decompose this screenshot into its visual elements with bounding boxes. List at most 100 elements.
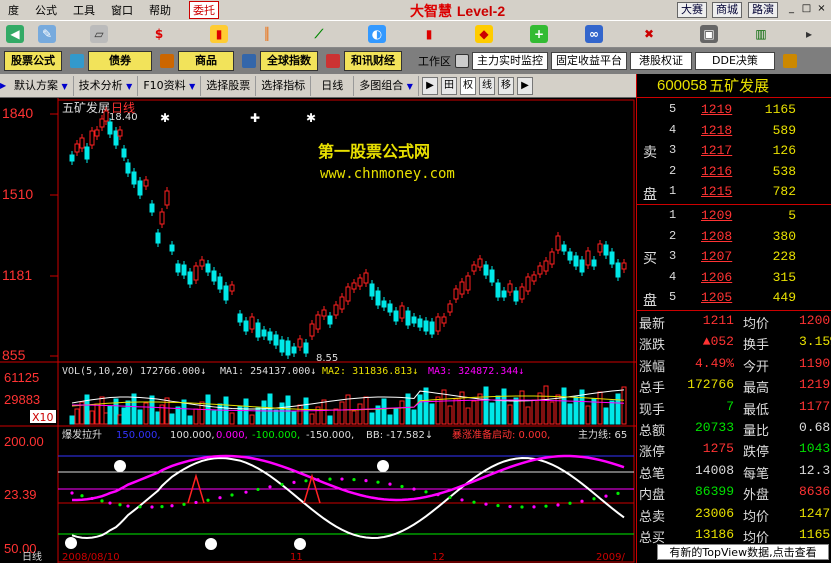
candle-body (417, 318, 423, 328)
bid-level: 1 (669, 208, 677, 222)
ruler-icon[interactable]: ▱ (90, 25, 108, 43)
fixed-income-button[interactable]: 固定收益平台 (551, 52, 627, 70)
plus-icon[interactable]: + (530, 25, 548, 43)
stat-row: 现手 7 最低 1177 (637, 399, 831, 420)
topview-notice[interactable]: 有新的TopView数据,点击查看 (657, 544, 829, 560)
stock-formula-button[interactable]: 股票公式 (4, 51, 62, 71)
ask-row[interactable]: 5 1219 1165 (667, 102, 831, 122)
ask-row[interactable]: 2 1216 538 (667, 164, 831, 184)
candle-body (249, 316, 255, 330)
volume-bar (369, 412, 375, 425)
global-index-button[interactable]: 全球指数 (260, 51, 318, 71)
dde-decision-button[interactable]: DDE决策 (695, 52, 775, 70)
menu-item-du[interactable]: 度 (0, 2, 27, 18)
volume-bar (537, 392, 543, 425)
scroll-right-button[interactable]: ▶ (516, 76, 533, 95)
bond-button[interactable]: 债券 (88, 51, 152, 71)
stat-row: 涨幅 4.49% 今开 1190 (637, 356, 831, 377)
grid-button[interactable]: 田 (440, 76, 457, 95)
screen-icon[interactable]: ▣ (700, 25, 718, 43)
osc-dot (364, 479, 368, 483)
candle-body (495, 282, 501, 298)
osc-axis-label: 23.39 (4, 487, 37, 502)
close-button[interactable]: × (815, 2, 828, 16)
brand-level: Level-2 (456, 3, 506, 19)
bars-icon[interactable]: ║ (258, 25, 276, 43)
alert-icon[interactable]: ✖ (640, 25, 658, 43)
osc-dot (400, 484, 404, 489)
rights-button[interactable]: 权 (459, 76, 476, 95)
line-button[interactable]: 线 (478, 76, 495, 95)
candle-body (193, 265, 199, 281)
notes-icon[interactable]: ✎ (38, 25, 56, 43)
menu-item-formula[interactable]: 公式 (27, 2, 65, 18)
volume-bar (229, 412, 235, 425)
osc-dot (80, 494, 84, 498)
tab-multi-chart[interactable]: 多图组合 ▼ (354, 75, 419, 96)
hexun-news-button[interactable]: 和讯财经 (344, 51, 402, 71)
commodity-button[interactable]: 商品 (178, 51, 234, 71)
tab-technical[interactable]: 技术分析 ▼ (74, 75, 139, 96)
candle-body (525, 276, 531, 292)
tab-select-stock[interactable]: 选择股票 (201, 75, 257, 96)
trade-button[interactable]: 委托 (189, 1, 219, 19)
link-icon[interactable]: ∞ (585, 25, 603, 43)
maximize-button[interactable]: □ (800, 2, 813, 16)
hk-warrant-button[interactable]: 港股权证 (630, 52, 692, 70)
bid-row[interactable]: 3 1207 228 (667, 249, 831, 269)
tab-f10[interactable]: F10资料 ▼ (138, 75, 202, 96)
roadshow-button[interactable]: 路演 (748, 2, 778, 18)
volume-bar (149, 395, 155, 425)
bid-row[interactable]: 1 1209 5 (667, 208, 831, 228)
volume-bar (615, 393, 621, 425)
volume-bar (357, 403, 363, 425)
candle-body (285, 340, 291, 356)
books-icon[interactable]: ▥ (752, 25, 770, 43)
bid-row[interactable]: 5 1205 449 (667, 290, 831, 310)
contest-button[interactable]: 大赛 (677, 2, 707, 18)
move-button[interactable]: 移 (497, 76, 514, 95)
back-icon[interactable]: ◀ (6, 25, 24, 43)
volume-bar (169, 413, 175, 425)
candle-body (387, 303, 393, 313)
osc-dot (340, 477, 344, 481)
menu-item-window[interactable]: 窗口 (103, 2, 141, 18)
chart-area[interactable]: 1840 1510 1181 855 五矿发展 日线 18.40 8.55 ✱ … (0, 98, 636, 563)
menu-item-help[interactable]: 帮助 (141, 2, 179, 18)
chart-icon[interactable]: ▮ (210, 25, 228, 43)
main-monitor-button[interactable]: 主力实时监控 (472, 52, 548, 70)
candle-body (585, 250, 591, 266)
volume-bar (261, 400, 267, 425)
workspace-menu-icon[interactable] (455, 54, 469, 68)
ask-row[interactable]: 4 1218 589 (667, 123, 831, 143)
candle-body (399, 305, 405, 319)
kline-icon[interactable]: ▮ (420, 25, 438, 43)
rise-icon[interactable]: ⟋ (310, 25, 328, 43)
candle-body (159, 211, 165, 225)
menu-item-tools[interactable]: 工具 (65, 2, 103, 18)
diamond-icon[interactable]: ◆ (475, 25, 493, 43)
ask-price: 1219 (701, 102, 733, 117)
tab-daily[interactable]: 日线 (311, 75, 355, 96)
formula-icon (70, 54, 84, 68)
ask-row[interactable]: 3 1217 126 (667, 143, 831, 163)
osc-dot (544, 504, 548, 508)
ask-row[interactable]: 1 1215 782 (667, 184, 831, 204)
expand-icon[interactable]: ▸ (800, 25, 818, 43)
tab-select-indicator[interactable]: 选择指标 (256, 75, 312, 96)
mall-button[interactable]: 商城 (712, 2, 742, 18)
bid-row[interactable]: 4 1206 315 (667, 270, 831, 290)
stat-value: 86399 (694, 484, 734, 500)
minimize-button[interactable]: _ (785, 2, 798, 16)
stat-key: 最高 (743, 381, 770, 397)
next-tab-button[interactable]: ▶ (421, 76, 438, 95)
compare-icon[interactable]: ◐ (368, 25, 386, 43)
dollar-icon[interactable]: $ (150, 25, 168, 43)
volume-bar (333, 408, 339, 425)
ask-level: 4 (669, 122, 677, 137)
candle-body (137, 180, 143, 196)
tab-default-scheme[interactable]: 默认方案 ▼ (9, 75, 74, 96)
tab-arrow[interactable]: ▶ (0, 76, 9, 96)
kline-chart-svg[interactable]: 1840 1510 1181 855 五矿发展 日线 18.40 8.55 ✱ … (0, 98, 636, 563)
bid-row[interactable]: 2 1208 380 (667, 229, 831, 249)
